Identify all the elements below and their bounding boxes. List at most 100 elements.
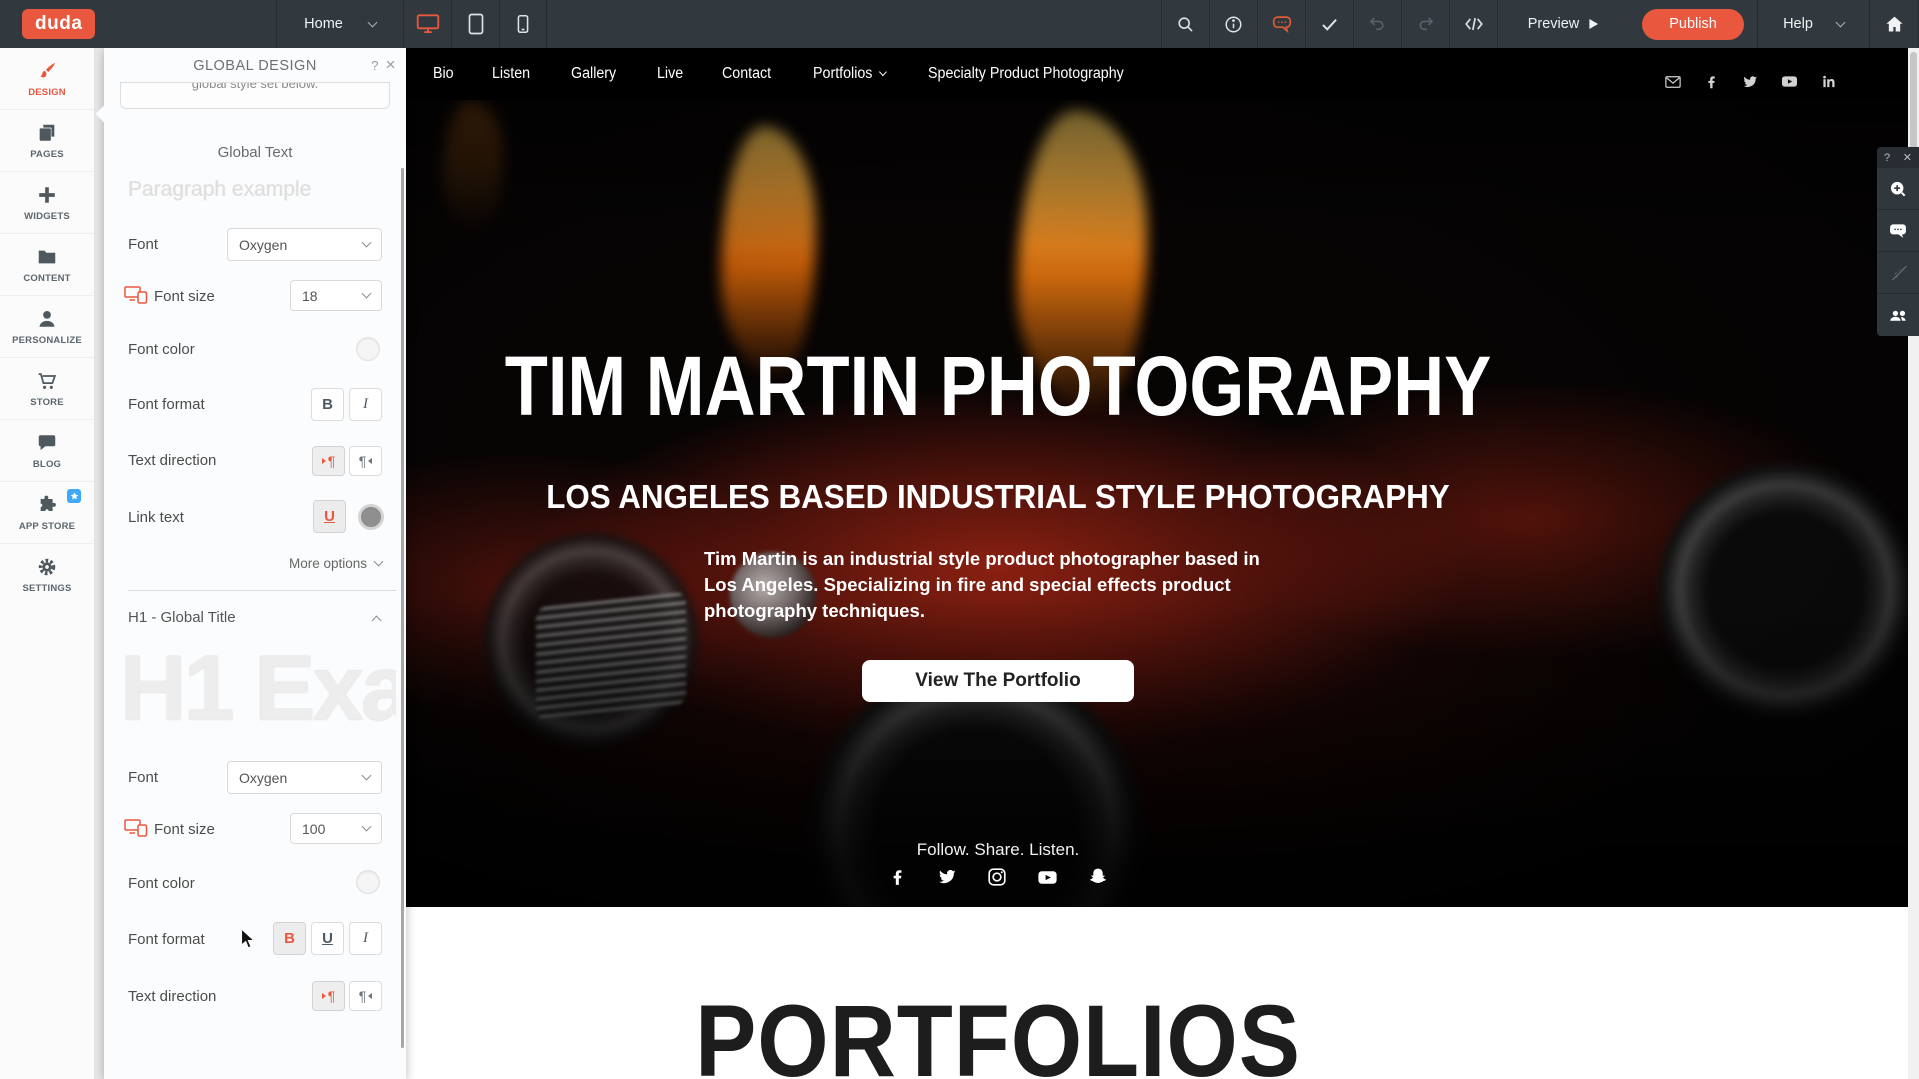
paragraph-direction-buttons: ¶ ¶	[312, 446, 382, 476]
link-text-label: Link text	[128, 509, 184, 526]
more-options-toggle[interactable]: More options	[289, 556, 382, 571]
twitter-icon[interactable]	[936, 866, 958, 889]
zoom-out-editor-button[interactable]	[1877, 168, 1919, 210]
mobile-icon	[512, 13, 534, 35]
topbar-right-group: Preview Publish Help	[1161, 0, 1919, 48]
folder-icon	[36, 246, 58, 268]
toolbar-help-button[interactable]: ?	[1884, 152, 1890, 164]
site-page: Bio Listen Gallery Live Contact Portfoli…	[406, 48, 1919, 1079]
h1-direction-buttons: ¶ ¶	[312, 981, 382, 1011]
collapse-section-button[interactable]	[373, 611, 380, 629]
hero-paragraph: Tim Martin is an industrial style produc…	[704, 546, 1292, 624]
email-icon[interactable]	[1664, 73, 1682, 91]
view-portfolio-button[interactable]: View The Portfolio	[862, 660, 1134, 702]
search-button[interactable]	[1161, 0, 1209, 48]
hide-styles-button[interactable]	[1877, 252, 1919, 294]
panel-pointer-notch	[96, 106, 113, 123]
h1-font-size-select[interactable]: 100	[290, 813, 382, 844]
panel-help-button[interactable]: ?	[371, 58, 379, 73]
panel-scrollbar[interactable]	[401, 168, 404, 1048]
site-nav-specialty[interactable]: Specialty Product Photography	[928, 65, 1124, 83]
bold-button[interactable]: B	[273, 922, 306, 955]
linkedin-icon[interactable]	[1820, 73, 1837, 90]
snapchat-icon[interactable]	[1087, 866, 1109, 889]
sidebar-item-personalize[interactable]: PERSONALIZE	[0, 296, 94, 358]
duda-logo[interactable]: duda	[22, 9, 95, 39]
font-format-label: Font format	[128, 396, 205, 413]
site-nav-listen[interactable]: Listen	[492, 65, 530, 83]
speech-bubble-icon	[36, 432, 58, 454]
site-nav-portfolios-label: Portfolios	[813, 65, 872, 83]
site-nav-live[interactable]: Live	[657, 65, 683, 83]
youtube-icon[interactable]	[1036, 866, 1059, 889]
tablet-view-button[interactable]	[451, 0, 499, 48]
hero-social-caption: Follow. Share. Listen.	[406, 840, 1919, 860]
sidebar-item-blog[interactable]: BLOG	[0, 420, 94, 482]
sidebar-item-app-store[interactable]: APP STORE	[0, 482, 94, 544]
comment-bubble-icon	[1271, 13, 1293, 35]
h1-font-color-swatch[interactable]	[356, 870, 380, 894]
search-icon	[1175, 14, 1196, 35]
twitter-icon[interactable]	[1741, 73, 1759, 91]
paragraph-font-select[interactable]: Oxygen	[227, 228, 382, 261]
font-format-label: Font format	[128, 931, 205, 948]
comments-button[interactable]	[1257, 0, 1305, 48]
site-nav-gallery[interactable]: Gallery	[571, 65, 616, 83]
global-text-heading: Global Text	[104, 144, 406, 161]
hero-section: TIM MARTIN PHOTOGRAPHY LOS ANGELES BASED…	[406, 100, 1919, 907]
ltr-direction-button[interactable]: ¶	[312, 981, 345, 1011]
h1-font-select[interactable]: Oxygen	[227, 761, 382, 794]
undo-button[interactable]	[1353, 0, 1401, 48]
mobile-view-button[interactable]	[499, 0, 547, 48]
paragraph-style-preview: Paragraph example	[128, 178, 311, 202]
sidebar-label: DESIGN	[28, 87, 66, 98]
sidebar-item-store[interactable]: STORE	[0, 358, 94, 420]
page-selector[interactable]: Home	[276, 0, 403, 48]
link-underline-button[interactable]: U	[313, 500, 346, 533]
italic-button[interactable]: I	[349, 922, 382, 955]
brush-disabled-icon	[1889, 263, 1908, 282]
chevron-down-icon	[1835, 17, 1845, 27]
site-nav-contact[interactable]: Contact	[722, 65, 771, 83]
site-nav-bio[interactable]: Bio	[433, 65, 454, 83]
instagram-icon[interactable]	[986, 866, 1008, 889]
desktop-view-button[interactable]	[403, 0, 451, 48]
hero-social-row	[406, 866, 1919, 889]
sidebar-label: SETTINGS	[22, 583, 71, 594]
zoom-plus-icon	[1888, 179, 1908, 199]
dashboard-home-button[interactable]	[1869, 0, 1919, 48]
paragraph-font-size-select[interactable]: 18	[290, 280, 382, 311]
comments-panel-button[interactable]	[1877, 210, 1919, 252]
facebook-icon[interactable]	[1703, 73, 1720, 90]
collaborators-button[interactable]	[1877, 294, 1919, 336]
bold-button[interactable]: B	[311, 388, 344, 421]
paragraph-font-size-value: 18	[302, 288, 318, 304]
info-button[interactable]	[1209, 0, 1257, 48]
arrow-right-icon	[322, 993, 326, 999]
ltr-direction-button[interactable]: ¶	[312, 446, 345, 476]
paragraph-format-buttons: B I	[311, 388, 382, 421]
link-color-swatch[interactable]	[358, 504, 384, 530]
redo-button[interactable]	[1401, 0, 1449, 48]
youtube-icon[interactable]	[1780, 72, 1799, 91]
sidebar-item-design[interactable]: DESIGN	[0, 48, 94, 110]
rtl-direction-button[interactable]: ¶	[349, 446, 382, 476]
save-check-button[interactable]	[1305, 0, 1353, 48]
close-icon[interactable]: ✕	[1903, 151, 1912, 164]
publish-button[interactable]: Publish	[1642, 9, 1744, 40]
paragraph-font-color-swatch[interactable]	[356, 337, 380, 361]
sidebar-item-pages[interactable]: PAGES	[0, 110, 94, 172]
site-nav-portfolios[interactable]: Portfolios	[813, 65, 885, 83]
hero-title: TIM MARTIN PHOTOGRAPHY	[406, 338, 1775, 435]
sidebar-item-settings[interactable]: SETTINGS	[0, 544, 94, 606]
facebook-icon[interactable]	[887, 866, 908, 889]
italic-button[interactable]: I	[349, 388, 382, 421]
dev-mode-button[interactable]	[1449, 0, 1497, 48]
underline-button[interactable]: U	[311, 922, 344, 955]
preview-button[interactable]: Preview	[1497, 0, 1629, 48]
close-icon[interactable]: ×	[386, 55, 396, 75]
sidebar-item-widgets[interactable]: WIDGETS	[0, 172, 94, 234]
help-menu[interactable]: Help	[1757, 0, 1869, 48]
sidebar-item-content[interactable]: CONTENT	[0, 234, 94, 296]
rtl-direction-button[interactable]: ¶	[349, 981, 382, 1011]
